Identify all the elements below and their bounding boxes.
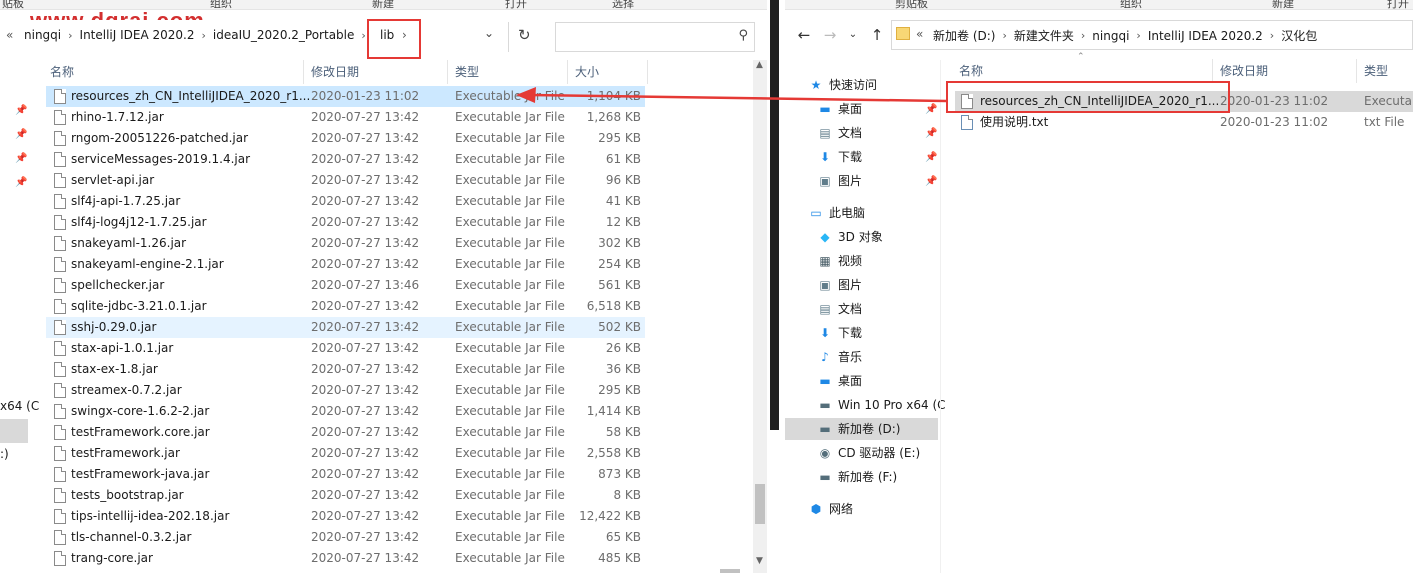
drag-arrow [516,87,947,103]
